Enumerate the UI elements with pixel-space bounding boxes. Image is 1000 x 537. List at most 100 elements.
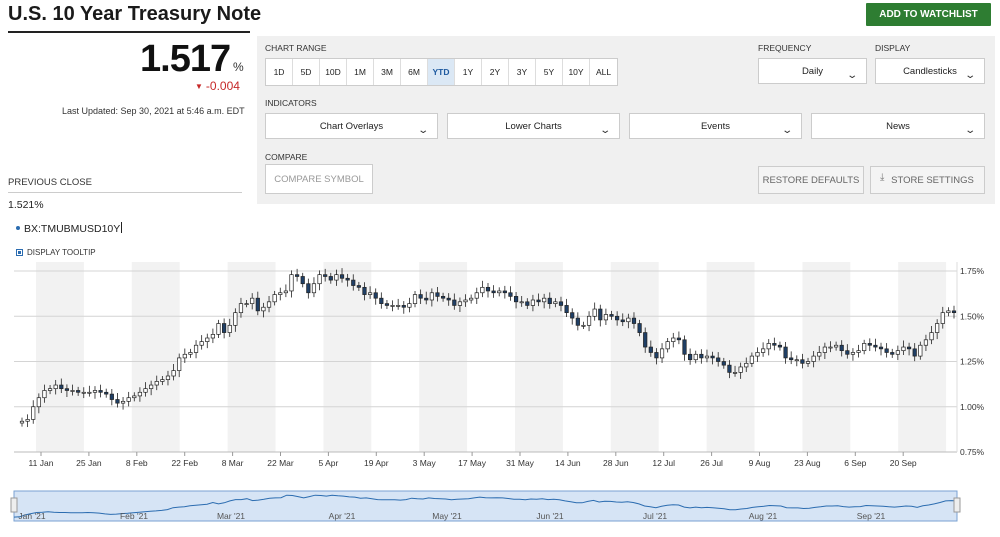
candle[interactable] <box>199 335 204 350</box>
candle[interactable] <box>665 338 670 353</box>
candle[interactable] <box>115 393 120 408</box>
candle[interactable] <box>104 388 109 398</box>
candle[interactable] <box>412 290 418 308</box>
candle[interactable] <box>474 287 479 304</box>
chart-overlays-dropdown[interactable]: Chart Overlays ⌄ <box>265 113 438 139</box>
store-settings-button[interactable]: ⤓ STORE SETTINGS <box>870 166 985 194</box>
range-navigator[interactable]: Jan '21 Feb '21 Mar '21 Apr '21 May '21 Jun '… <box>0 488 1000 537</box>
candle[interactable] <box>508 286 513 301</box>
range-button-1d[interactable]: 1D <box>266 59 293 85</box>
navigator-handle-right[interactable] <box>953 497 961 513</box>
candle[interactable] <box>384 300 390 310</box>
candle[interactable] <box>761 342 766 357</box>
candle[interactable] <box>777 341 783 351</box>
candle[interactable] <box>396 298 401 310</box>
display-tooltip-toggle[interactable]: DISPLAY TOOLTIP <box>16 248 96 257</box>
candle[interactable] <box>182 348 187 363</box>
compare-symbol-input[interactable]: COMPARE SYMBOL <box>265 164 373 194</box>
range-button-1m[interactable]: 1M <box>347 59 374 85</box>
candle[interactable] <box>19 417 25 427</box>
candle[interactable] <box>772 337 777 351</box>
candle[interactable] <box>564 298 569 318</box>
candle[interactable] <box>92 386 98 399</box>
candle[interactable] <box>755 347 760 362</box>
navigator-selection[interactable] <box>13 490 958 522</box>
frequency-select[interactable]: Daily ⌄ <box>758 58 867 84</box>
candle[interactable] <box>283 284 288 298</box>
restore-defaults-button[interactable]: RESTORE DEFAULTS <box>758 166 864 194</box>
price-chart[interactable]: 1.75% 1.50% 1.25% 1.00% 0.75% 11 Jan 25 Jan 8 … <box>0 260 1000 488</box>
candle[interactable] <box>783 341 788 364</box>
candle[interactable] <box>862 339 867 355</box>
candle[interactable] <box>946 307 951 317</box>
candle[interactable] <box>850 348 856 361</box>
candle[interactable] <box>390 300 395 312</box>
candle[interactable] <box>592 302 597 321</box>
candle[interactable] <box>311 277 317 298</box>
candle[interactable] <box>659 343 665 363</box>
add-to-watchlist-button[interactable]: ADD TO WATCHLIST <box>866 3 991 26</box>
candle[interactable] <box>222 318 227 339</box>
range-button-5y[interactable]: 5Y <box>536 59 563 85</box>
candle[interactable] <box>491 285 496 298</box>
events-dropdown[interactable]: Events ⌄ <box>629 113 802 139</box>
range-button-1y[interactable]: 1Y <box>455 59 482 85</box>
candle[interactable] <box>31 400 36 424</box>
candle[interactable] <box>25 414 30 428</box>
candle[interactable] <box>126 391 131 407</box>
candle[interactable] <box>109 389 114 406</box>
candle[interactable] <box>570 308 575 325</box>
candle[interactable] <box>890 348 895 358</box>
candle[interactable] <box>401 301 406 314</box>
range-button-all[interactable]: ALL <box>590 59 617 85</box>
candle[interactable] <box>581 321 586 329</box>
candle[interactable] <box>671 332 676 348</box>
candle[interactable] <box>379 292 384 309</box>
candle[interactable] <box>87 385 92 397</box>
candle[interactable] <box>789 351 794 365</box>
candle[interactable] <box>794 355 799 367</box>
candle[interactable] <box>502 285 507 299</box>
candle[interactable] <box>289 270 294 298</box>
candle[interactable] <box>586 311 592 332</box>
candle[interactable] <box>278 287 283 301</box>
candle[interactable] <box>485 282 491 298</box>
candle[interactable] <box>598 304 603 327</box>
candle[interactable] <box>407 297 412 313</box>
candle[interactable] <box>884 343 889 358</box>
candle[interactable] <box>766 339 771 356</box>
checkbox-checked-icon[interactable] <box>16 249 23 256</box>
candle[interactable] <box>205 333 210 349</box>
candle[interactable] <box>373 288 378 305</box>
candle[interactable] <box>120 396 126 410</box>
candle[interactable] <box>873 338 878 352</box>
candle[interactable] <box>682 335 687 361</box>
candle[interactable] <box>317 270 322 291</box>
candle[interactable] <box>210 328 215 344</box>
candle[interactable] <box>480 280 485 298</box>
range-button-5d[interactable]: 5D <box>293 59 320 85</box>
range-button-10d[interactable]: 10D <box>320 59 347 85</box>
range-button-6m[interactable]: 6M <box>401 59 428 85</box>
candle[interactable] <box>856 344 861 358</box>
lower-charts-dropdown[interactable]: Lower Charts ⌄ <box>447 113 620 139</box>
candle[interactable] <box>878 342 884 356</box>
candle[interactable] <box>216 319 221 338</box>
display-select[interactable]: Candlesticks ⌄ <box>875 58 985 84</box>
candle[interactable] <box>469 294 474 304</box>
range-button-ytd[interactable]: YTD <box>428 59 455 85</box>
candle[interactable] <box>98 384 103 398</box>
candle[interactable] <box>300 272 305 288</box>
range-button-2y[interactable]: 2Y <box>482 59 509 85</box>
candle[interactable] <box>188 348 193 358</box>
news-dropdown[interactable]: News ⌄ <box>811 113 985 139</box>
range-button-10y[interactable]: 10Y <box>563 59 590 85</box>
range-button-3m[interactable]: 3M <box>374 59 401 85</box>
candle[interactable] <box>688 348 693 365</box>
candle[interactable] <box>306 278 311 299</box>
candle[interactable] <box>867 338 872 352</box>
candle[interactable] <box>603 308 608 325</box>
candle[interactable] <box>676 331 681 345</box>
candle[interactable] <box>497 287 502 297</box>
candle[interactable] <box>193 340 199 359</box>
